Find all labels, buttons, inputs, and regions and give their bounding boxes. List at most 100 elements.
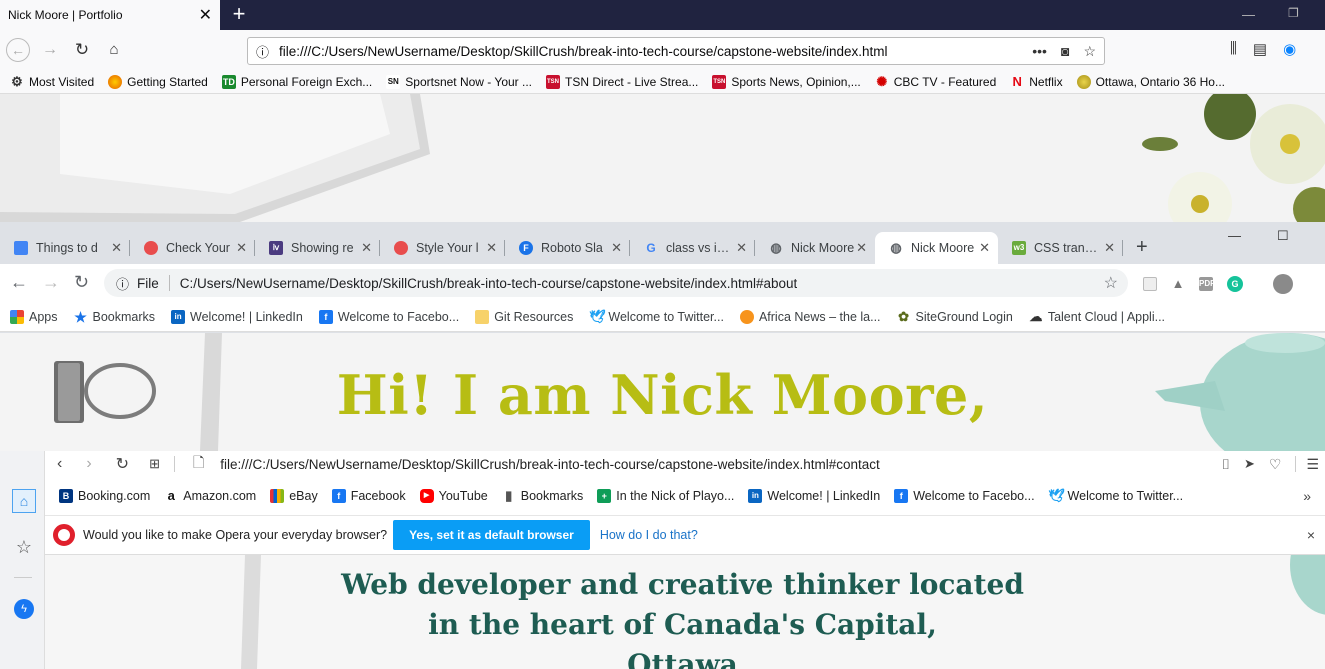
bookmark-item[interactable]: TSN Sports News, Opinion,... [712,74,861,89]
close-tab-icon[interactable]: ✕ [736,240,747,256]
reload-icon[interactable]: ↻ [74,272,89,293]
bookmark-item[interactable]: in Welcome! | LinkedIn [748,489,880,503]
close-tab-icon[interactable]: ✕ [236,240,247,256]
bookmark-item[interactable]: ▮ Bookmarks [502,489,583,504]
star-icon: ★ [74,308,87,325]
avatar[interactable] [1273,274,1293,294]
extensions-area: ▲ PDF G [1143,274,1293,294]
minimize-icon[interactable]: — [1242,7,1255,22]
url-text[interactable]: file:///C:/Users/NewUsername/Desktop/Ski… [220,457,880,472]
account-icon[interactable]: ◉ [1283,40,1296,58]
back-arrow-icon[interactable]: ‹ [57,455,62,473]
firefox-url-bar[interactable]: ⓘ file:///C:/Users/NewUsername/Desktop/S… [247,37,1105,65]
bookmark-item[interactable]: TSN TSN Direct - Live Strea... [546,74,698,89]
bookmark-item[interactable]: ⚙ Most Visited [10,74,94,89]
star-icon[interactable]: ☆ [12,535,36,559]
heart-icon[interactable]: ♡ [1269,456,1282,473]
bookmark-star-icon[interactable]: ☆ [1104,273,1118,293]
url-text: C:/Users/NewUsername/Desktop/SkillCrush/… [179,275,798,291]
messenger-icon[interactable]: ϟ [12,597,36,621]
bookmark-item[interactable]: a Amazon.com [164,489,257,504]
bookmark-item[interactable]: TD Personal Foreign Exch... [221,74,372,89]
minimize-icon[interactable]: — [1228,228,1241,244]
restore-icon[interactable]: ❐ [1288,6,1299,20]
chrome-omnibox[interactable]: ⓘ File C:/Users/NewUsername/Desktop/Skil… [104,269,1128,297]
chrome-tab-active[interactable]: ◍ Nick Moore ✕ [875,232,998,264]
chrome-tab[interactable]: Style Your l ✕ [380,232,505,264]
chrome-tab[interactable]: ◍ Nick Moore ✕ [755,232,875,264]
close-tab-icon[interactable]: ✕ [486,240,497,256]
bookmark-item[interactable]: + In the Nick of Playo... [597,489,734,503]
bookmark-item[interactable]: ★ Bookmarks [74,308,155,325]
home-icon[interactable]: ⌂ [102,38,126,62]
firefox-icon [108,74,123,89]
extension-icon[interactable] [1143,277,1157,291]
tabs-grid-icon[interactable]: ⊞ [149,456,160,472]
library-icon[interactable]: ⫼ [1230,40,1237,58]
back-arrow-icon[interactable]: ← [6,38,30,62]
chrome-tab[interactable]: F Roboto Sla ✕ [505,232,630,264]
bookmark-item[interactable]: f Welcome to Facebo... [318,309,459,324]
grammarly-icon[interactable]: G [1227,276,1243,292]
bookmark-item[interactable]: Git Resources [475,309,573,324]
close-tab-icon[interactable]: ✕ [856,240,867,256]
bookmark-item[interactable]: eBay [270,489,318,503]
chrome-tab[interactable]: Things to d ✕ [0,232,130,264]
pdf-icon[interactable]: PDF [1199,277,1215,291]
send-icon[interactable]: ➤ [1244,456,1255,472]
bookmark-item[interactable]: Apps [10,309,58,324]
bookmark-star-icon[interactable]: ☆ [1083,43,1096,60]
bookmark-item[interactable]: N Netflix [1010,74,1063,89]
close-tab-icon[interactable]: ✕ [111,240,122,256]
close-tab-icon[interactable]: ✕ [979,240,990,256]
chrome-tab[interactable]: G class vs id c ✕ [630,232,755,264]
forward-arrow-icon[interactable]: → [42,272,60,293]
linkedin-icon: in [748,489,763,503]
firefox-tab-active[interactable]: Nick Moore | Portfolio ✕ [0,0,220,30]
forward-arrow-icon[interactable]: › [86,455,91,473]
new-tab-button[interactable]: + [228,3,250,25]
bookmark-item[interactable]: Africa News – the la... [739,309,881,324]
bookmark-item[interactable]: 🕊 Welcome to Twitter... [589,309,724,324]
bookmark-item[interactable]: f Facebook [331,489,406,503]
close-tab-icon[interactable]: ✕ [611,240,622,256]
close-icon[interactable]: × [1307,527,1315,543]
drive-icon[interactable]: ▲ [1171,277,1185,291]
chrome-tab[interactable]: w3 CSS transfo ✕ [998,232,1123,264]
info-icon[interactable]: ⓘ [256,42,269,61]
bookmark-item[interactable]: SN Sportsnet Now - Your ... [386,74,532,89]
sheets-icon: + [597,489,612,503]
set-default-browser-button[interactable]: Yes, set it as default browser [393,520,590,550]
forward-arrow-icon[interactable]: → [38,38,62,62]
page-actions-icon[interactable]: ••• [1032,43,1047,60]
new-tab-button[interactable]: + [1136,236,1148,259]
bookmark-item[interactable]: ▶ YouTube [419,489,488,503]
bookmark-item[interactable]: 🕊 Welcome to Twitter... [1049,489,1184,504]
maximize-icon[interactable]: ☐ [1277,228,1289,244]
info-icon[interactable]: ⓘ [116,274,129,293]
more-bookmarks-icon[interactable]: » [1303,488,1311,504]
reload-icon[interactable]: ↻ [116,454,129,474]
easy-setup-icon[interactable]: ☰ [1306,456,1319,473]
back-arrow-icon[interactable]: ← [10,272,28,293]
facebook-icon: f [318,309,333,324]
how-do-i-link[interactable]: How do I do that? [600,528,698,542]
bookmark-item[interactable]: Ottawa, Ontario 36 Ho... [1076,74,1225,89]
chrome-tab[interactable]: ⅳ Showing re ✕ [255,232,380,264]
close-tab-icon[interactable]: ✕ [1104,240,1115,256]
chrome-tab[interactable]: Check Your ✕ [130,232,255,264]
sidebar-icon[interactable]: ▤ [1253,40,1267,58]
bookmark-item[interactable]: f Welcome to Facebo... [894,489,1035,503]
bookmark-item[interactable]: Getting Started [108,74,208,89]
bookmark-item[interactable]: ☁ Talent Cloud | Appli... [1029,309,1165,324]
reload-icon[interactable]: ↻ [70,38,94,62]
home-icon[interactable]: ⌂ [12,489,36,513]
bookmark-item[interactable]: ✺ CBC TV - Featured [875,74,996,89]
snapshot-icon[interactable]: ⌷ [1222,456,1230,473]
close-tab-icon[interactable]: ✕ [199,5,212,25]
pocket-icon[interactable]: ◙ [1061,43,1069,60]
bookmark-item[interactable]: ✿ SiteGround Login [897,309,1013,324]
bookmark-item[interactable]: in Welcome! | LinkedIn [171,309,303,324]
bookmark-item[interactable]: B Booking.com [59,489,150,503]
close-tab-icon[interactable]: ✕ [361,240,372,256]
